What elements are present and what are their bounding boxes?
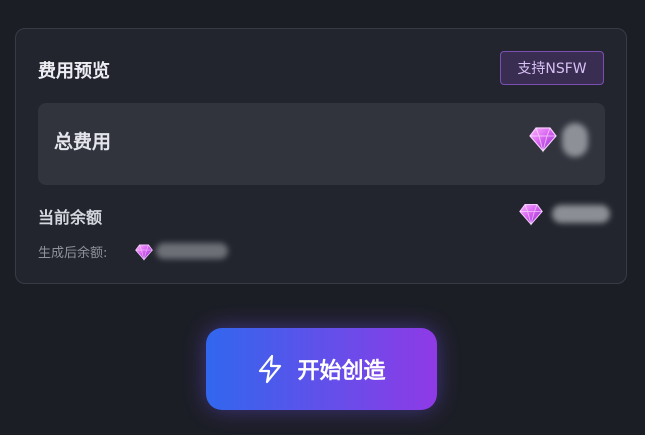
balance-after-label: 生成后余额:: [38, 246, 108, 261]
current-balance-label: 当前余额: [38, 208, 103, 227]
gem-icon: [529, 127, 557, 153]
cost-preview-card: 费用预览 支持NSFW 总费用 当前余额 生成后余额:: [15, 28, 627, 284]
start-create-button[interactable]: 开始创造: [206, 328, 437, 410]
current-balance-value-redacted: [552, 205, 610, 223]
gem-icon: [135, 244, 153, 261]
start-create-label: 开始创造: [297, 359, 386, 384]
gem-icon: [519, 204, 543, 226]
nsfw-support-badge: 支持NSFW: [500, 51, 604, 85]
lightning-icon: [259, 354, 282, 384]
total-cost-value-redacted: [562, 123, 588, 157]
cost-preview-title: 费用预览: [38, 61, 110, 82]
balance-after-value-redacted: [156, 243, 228, 259]
total-cost-box: 总费用: [38, 103, 605, 185]
total-cost-label: 总费用: [54, 131, 112, 153]
